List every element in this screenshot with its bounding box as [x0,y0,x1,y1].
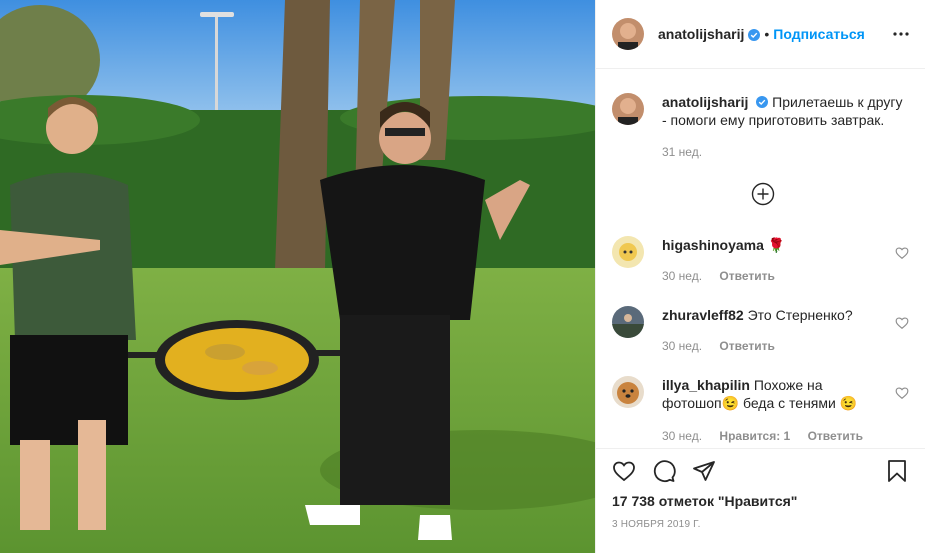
reply-button[interactable]: Ответить [808,429,863,443]
caption-meta: 31 нед. [662,145,716,159]
action-bar [612,459,909,485]
likes-count[interactable]: 17 738 отметок "Нравится" [612,493,797,509]
comment-time[interactable]: 30 нед. [662,429,702,443]
post-header: anatolijsharij • Подписаться [596,0,925,69]
comment-time[interactable]: 30 нед. [662,339,702,353]
comment-icon[interactable] [652,459,676,483]
caption-username[interactable]: anatolijsharij [662,94,748,110]
comment-time[interactable]: 30 нед. [662,269,702,283]
author-avatar[interactable] [612,18,644,50]
comment-username[interactable]: illya_khapilin [662,377,750,393]
comment-body: zhuravleff82 Это Стерненко? [662,306,881,324]
comment-text: 🌹 [767,237,786,253]
comment-meta: 30 нед. Ответить [662,339,789,353]
more-icon[interactable] [889,24,913,44]
commenter-avatar[interactable] [612,306,644,338]
comment-meta: 30 нед. Нравится: 1 Ответить [662,429,877,443]
comment-heart-icon[interactable] [895,386,909,400]
verified-icon [748,28,761,41]
author-avatar[interactable] [612,93,644,125]
post-actions: 17 738 отметок "Нравится" 3 НОЯБРЯ 2019 … [596,448,925,553]
plus-circle-icon[interactable] [751,182,775,206]
comment-meta: 30 нед. Ответить [662,269,789,283]
photo-image [0,0,595,553]
comment-body: illya_khapilin Похоже на фотошоп😉 беда с… [662,376,883,412]
verified-icon [756,94,769,108]
post-photo[interactable] [0,0,595,553]
separator-dot: • [764,26,770,42]
reply-button[interactable]: Ответить [719,339,774,353]
follow-button[interactable]: Подписаться [773,26,865,42]
commenter-avatar[interactable] [612,236,644,268]
comments-list: anatolijsharij Прилетаешь к другу - помо… [596,70,925,448]
reply-button[interactable]: Ответить [719,269,774,283]
comment-heart-icon[interactable] [895,316,909,330]
comment-username[interactable]: higashinoyama [662,237,764,253]
author-username[interactable]: anatolijsharij [658,26,744,42]
comment-body: higashinoyama 🌹 [662,236,881,254]
post-sidebar: anatolijsharij • Подписаться anatolijsha… [595,0,925,553]
comment-likes[interactable]: Нравится: 1 [719,429,790,443]
caption-time[interactable]: 31 нед. [662,145,702,159]
post-date[interactable]: 3 НОЯБРЯ 2019 Г. [612,519,701,530]
commenter-avatar[interactable] [612,376,644,408]
comment-heart-icon[interactable] [895,246,909,260]
bookmark-icon[interactable] [885,459,909,483]
heart-icon[interactable] [612,459,636,483]
comment-text: Это Стерненко? [747,307,853,323]
comment-username[interactable]: zhuravleff82 [662,307,744,323]
share-icon[interactable] [692,459,716,483]
